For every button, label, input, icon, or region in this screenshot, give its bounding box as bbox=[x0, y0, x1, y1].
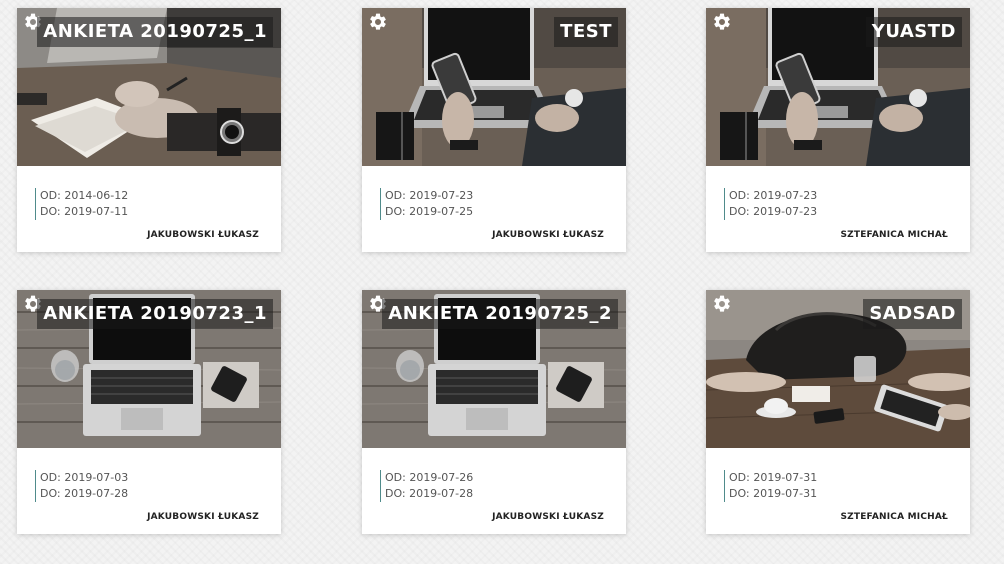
survey-date-range: OD: 2019-07-23 DO: 2019-07-23 bbox=[724, 188, 817, 220]
survey-card[interactable]: ANKIETA 20190725_2 OD: 2019-07-26 DO: 20… bbox=[362, 290, 626, 534]
survey-thumbnail[interactable]: ANKIETA 20190723_1 bbox=[17, 290, 281, 448]
survey-card[interactable]: TEST OD: 2019-07-23 DO: 2019-07-25 JAKUB… bbox=[362, 8, 626, 252]
survey-date-range: OD: 2014-06-12 DO: 2019-07-11 bbox=[35, 188, 128, 220]
survey-title: TEST bbox=[554, 17, 618, 47]
survey-title: ANKIETA 20190723_1 bbox=[37, 299, 273, 329]
start-date: OD: 2019-07-23 bbox=[729, 189, 818, 202]
survey-owner: JAKUBOWSKI ŁUKASZ bbox=[492, 230, 604, 240]
end-date: DO: 2019-07-31 bbox=[729, 487, 818, 500]
survey-date-range: OD: 2019-07-31 DO: 2019-07-31 bbox=[724, 470, 817, 502]
start-date: OD: 2019-07-23 bbox=[385, 189, 474, 202]
survey-owner: JAKUBOWSKI ŁUKASZ bbox=[147, 230, 259, 240]
survey-owner: SZTEFANICA MICHAŁ bbox=[840, 230, 948, 240]
survey-card[interactable]: ANKIETA 20190723_1 OD: 2019-07-03 DO: 20… bbox=[17, 290, 281, 534]
survey-title: ANKIETA 20190725_1 bbox=[37, 17, 273, 47]
survey-grid: ANKIETA 20190725_1 OD: 2014-06-12 DO: 20… bbox=[0, 0, 1004, 564]
survey-details: OD: 2019-07-23 DO: 2019-07-25 JAKUBOWSKI… bbox=[362, 166, 626, 252]
survey-thumbnail[interactable]: SADSAD bbox=[706, 290, 970, 448]
gear-icon[interactable] bbox=[712, 294, 732, 314]
survey-date-range: OD: 2019-07-23 DO: 2019-07-25 bbox=[380, 188, 473, 220]
survey-title: YUASTD bbox=[865, 17, 962, 47]
survey-thumbnail[interactable]: YUASTD bbox=[706, 8, 970, 166]
survey-title: SADSAD bbox=[863, 299, 962, 329]
survey-owner: JAKUBOWSKI ŁUKASZ bbox=[492, 512, 604, 522]
end-date: DO: 2019-07-23 bbox=[729, 205, 818, 218]
start-date: OD: 2019-07-26 bbox=[385, 471, 474, 484]
survey-date-range: OD: 2019-07-26 DO: 2019-07-28 bbox=[380, 470, 473, 502]
survey-card[interactable]: YUASTD OD: 2019-07-23 DO: 2019-07-23 SZT… bbox=[706, 8, 970, 252]
start-date: OD: 2019-07-31 bbox=[729, 471, 818, 484]
gear-icon[interactable] bbox=[368, 12, 388, 32]
survey-thumbnail[interactable]: ANKIETA 20190725_2 bbox=[362, 290, 626, 448]
gear-icon[interactable] bbox=[712, 12, 732, 32]
end-date: DO: 2019-07-25 bbox=[385, 205, 474, 218]
survey-details: OD: 2019-07-31 DO: 2019-07-31 SZTEFANICA… bbox=[706, 448, 970, 534]
survey-thumbnail[interactable]: TEST bbox=[362, 8, 626, 166]
start-date: OD: 2019-07-03 bbox=[40, 471, 129, 484]
survey-owner: SZTEFANICA MICHAŁ bbox=[840, 512, 948, 522]
start-date: OD: 2014-06-12 bbox=[40, 189, 129, 202]
survey-card[interactable]: ANKIETA 20190725_1 OD: 2014-06-12 DO: 20… bbox=[17, 8, 281, 252]
survey-title: ANKIETA 20190725_2 bbox=[382, 299, 618, 329]
survey-date-range: OD: 2019-07-03 DO: 2019-07-28 bbox=[35, 470, 128, 502]
survey-card[interactable]: SADSAD OD: 2019-07-31 DO: 2019-07-31 SZT… bbox=[706, 290, 970, 534]
survey-details: OD: 2014-06-12 DO: 2019-07-11 JAKUBOWSKI… bbox=[17, 166, 281, 252]
end-date: DO: 2019-07-28 bbox=[385, 487, 474, 500]
survey-details: OD: 2019-07-26 DO: 2019-07-28 JAKUBOWSKI… bbox=[362, 448, 626, 534]
survey-details: OD: 2019-07-03 DO: 2019-07-28 JAKUBOWSKI… bbox=[17, 448, 281, 534]
survey-details: OD: 2019-07-23 DO: 2019-07-23 SZTEFANICA… bbox=[706, 166, 970, 252]
end-date: DO: 2019-07-28 bbox=[40, 487, 129, 500]
survey-owner: JAKUBOWSKI ŁUKASZ bbox=[147, 512, 259, 522]
survey-thumbnail[interactable]: ANKIETA 20190725_1 bbox=[17, 8, 281, 166]
end-date: DO: 2019-07-11 bbox=[40, 205, 129, 218]
